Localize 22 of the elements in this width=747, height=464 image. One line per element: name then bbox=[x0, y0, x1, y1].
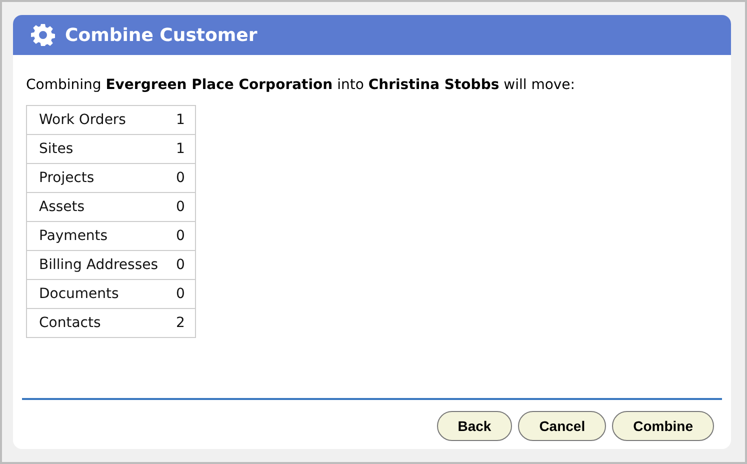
table-cell: 0 bbox=[168, 280, 196, 308]
gear-icon bbox=[31, 23, 55, 47]
back-button[interactable]: Back bbox=[436, 411, 512, 441]
table-cell: Billing Addresses bbox=[26, 250, 168, 280]
table-cell: Documents bbox=[26, 280, 168, 308]
table-cell: 1 bbox=[168, 134, 196, 164]
table-cell: 2 bbox=[168, 308, 196, 338]
table-cell: 0 bbox=[168, 164, 196, 192]
message-text: Combining Evergreen Place Corporation into Christina Stobbs will move: bbox=[26, 77, 576, 93]
table-cell: Work Orders bbox=[26, 106, 168, 134]
combine-button[interactable]: Combine bbox=[612, 411, 714, 441]
table-cell: 0 bbox=[168, 250, 196, 280]
table-cell: Sites bbox=[26, 134, 168, 164]
cancel-button[interactable]: Cancel bbox=[518, 411, 606, 441]
table-cell: 0 bbox=[168, 192, 196, 222]
table-cell: Payments bbox=[26, 222, 168, 250]
dialog-title: Combine Customer bbox=[65, 24, 258, 46]
table-cell: 0 bbox=[168, 222, 196, 250]
table-cell: Projects bbox=[26, 164, 168, 192]
table-cell: Assets bbox=[26, 192, 168, 222]
table-cell: 1 bbox=[168, 106, 196, 134]
table-cell: Contacts bbox=[26, 308, 168, 338]
